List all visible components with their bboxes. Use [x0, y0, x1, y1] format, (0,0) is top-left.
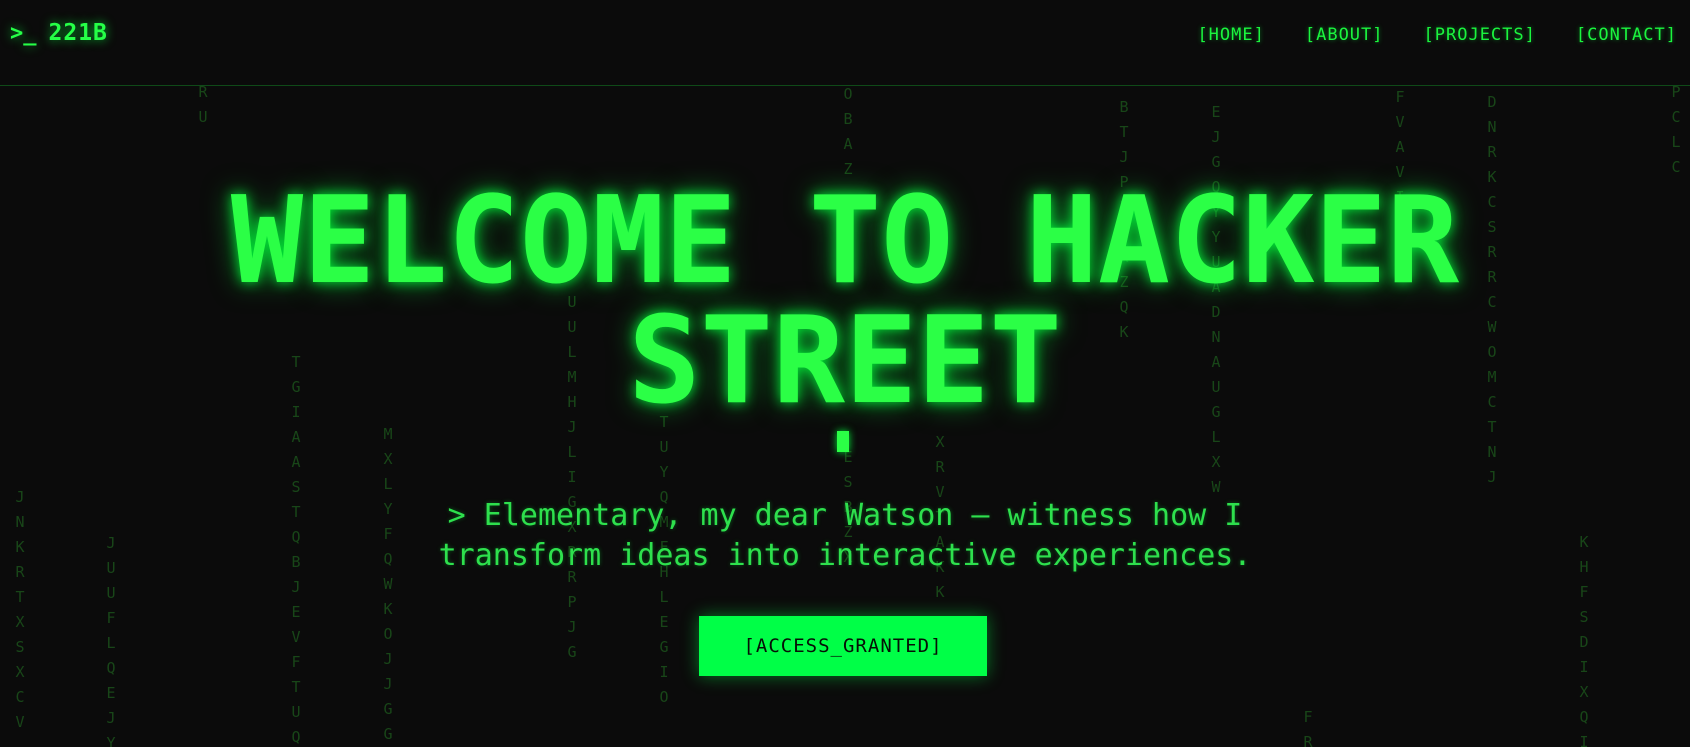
nav-links: [HOME] [ABOUT] [PROJECTS] [CONTACT]	[1157, 25, 1677, 45]
nav-link-contact[interactable]: [CONTACT]	[1576, 25, 1677, 45]
hero-subtitle-line-2: transform ideas into interactive experie…	[438, 538, 1252, 573]
nav-link-about[interactable]: [ABOUT]	[1305, 25, 1384, 45]
top-nav-bar: >_ 221B [HOME] [ABOUT] [PROJECTS] [CONTA…	[0, 0, 1690, 86]
terminal-prompt-icon: >_	[10, 20, 37, 46]
hero-title-line-2: STREET	[628, 292, 1062, 431]
hero-title: WELCOME TO HACKER STREET	[145, 182, 1545, 422]
hero-section: WELCOME TO HACKER STREET > Elementary, m…	[0, 0, 1690, 747]
nav-link-home[interactable]: [HOME]	[1197, 25, 1264, 45]
hero-subtitle: > Elementary, my dear Watson — witness h…	[395, 496, 1295, 576]
blinking-cursor	[837, 431, 849, 452]
access-granted-button[interactable]: [ACCESS_GRANTED]	[699, 616, 987, 676]
nav-link-projects[interactable]: [PROJECTS]	[1424, 25, 1536, 45]
hero-subtitle-line-1: > Elementary, my dear Watson — witness h…	[447, 498, 1243, 533]
site-logo[interactable]: >_ 221B	[10, 20, 108, 46]
logo-text: 221B	[48, 20, 108, 46]
hero-title-line-1: WELCOME TO HACKER	[230, 172, 1460, 311]
page: JNKRTXSXCV JUUFLQEJY RU TGIAASTQBJEVFTUQ…	[0, 0, 1690, 747]
